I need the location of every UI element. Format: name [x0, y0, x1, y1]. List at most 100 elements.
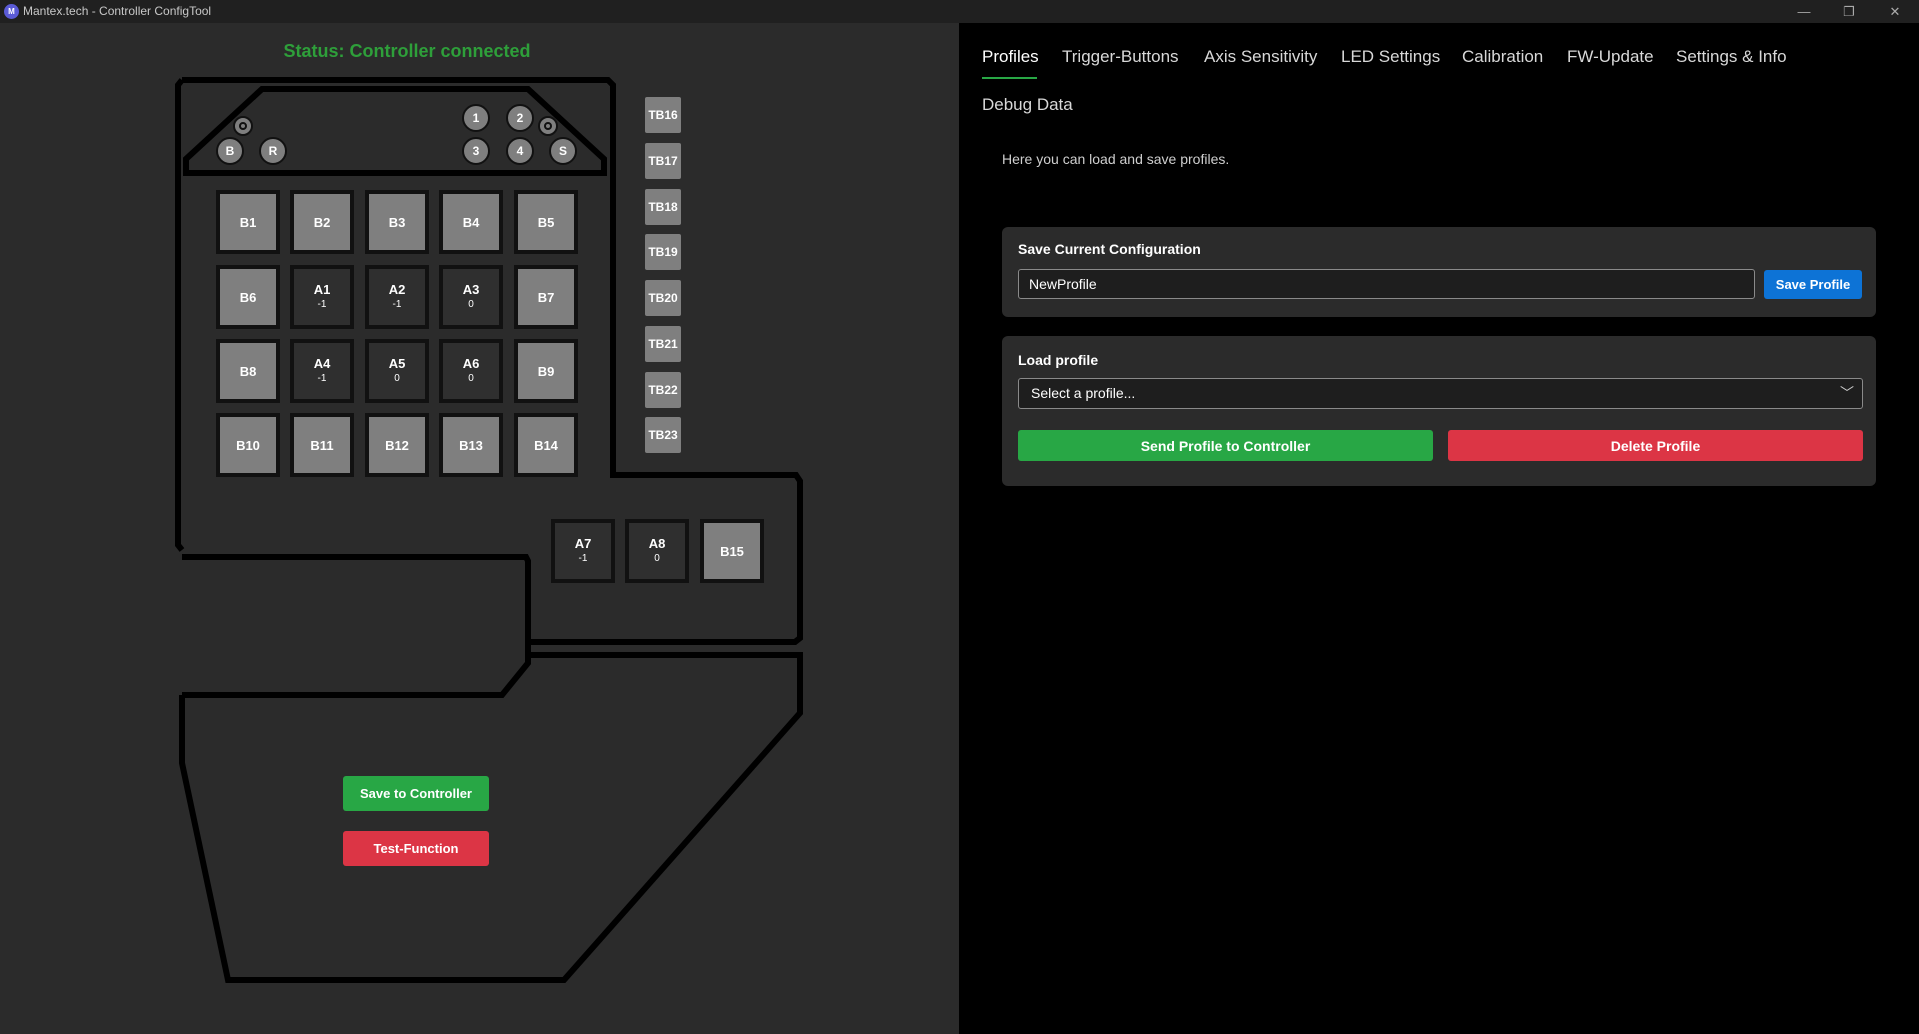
axis-label: A1 [313, 282, 331, 297]
thumb-button-tb21[interactable]: TB21 [645, 326, 681, 362]
axis-value: 0 [468, 373, 474, 384]
key-label: B15 [720, 543, 744, 559]
window-title: Mantex.tech - Controller ConfigTool [23, 4, 212, 18]
thumb-button-tb23[interactable]: TB23 [645, 417, 681, 453]
close-button[interactable]: ✕ [1872, 0, 1918, 23]
button-r[interactable]: R [259, 137, 287, 165]
thumb-button-tb22[interactable]: TB22 [645, 372, 681, 408]
thumb-button-tb16[interactable]: TB16 [645, 97, 681, 133]
axis-value: -1 [578, 553, 588, 564]
key-b9[interactable]: B9 [514, 339, 578, 403]
key-label: B6 [239, 289, 257, 305]
key-label: B3 [388, 214, 406, 230]
key-label: B13 [459, 437, 483, 453]
axis-a5[interactable]: A5 0 [365, 339, 429, 403]
minimize-button[interactable]: — [1781, 0, 1827, 23]
key-label: B8 [239, 363, 257, 379]
axis-a1[interactable]: A1 -1 [290, 265, 354, 329]
chevron-down-icon: ﹀ [1840, 385, 1854, 401]
tab-profiles[interactable]: Profiles [982, 47, 1039, 67]
load-profile-card: Load profile Select a profile... ﹀ Send … [1002, 336, 1876, 486]
button-2[interactable]: 2 [506, 104, 534, 132]
axis-value: 0 [394, 373, 400, 384]
axis-value: -1 [317, 373, 327, 384]
axis-label: A3 [462, 282, 480, 297]
key-label: B4 [462, 214, 480, 230]
button-s[interactable]: S [549, 137, 577, 165]
thumb-button-tb19[interactable]: TB19 [645, 234, 681, 270]
settings-panel: Profiles Trigger-Buttons Axis Sensitivit… [959, 23, 1919, 1034]
active-tab-indicator [982, 77, 1037, 79]
key-b10[interactable]: B10 [216, 413, 280, 477]
key-b2[interactable]: B2 [290, 190, 354, 254]
tab-settings-info[interactable]: Settings & Info [1676, 47, 1787, 67]
maximize-button[interactable]: ❐ [1826, 0, 1872, 23]
key-label: B9 [537, 363, 555, 379]
key-b7[interactable]: B7 [514, 265, 578, 329]
button-b[interactable]: B [216, 137, 244, 165]
profile-select-value: Select a profile... [1031, 385, 1136, 401]
key-label: B2 [313, 214, 331, 230]
thumb-button-tb20[interactable]: TB20 [645, 280, 681, 316]
app-logo-icon: M [4, 4, 19, 19]
key-b12[interactable]: B12 [365, 413, 429, 477]
profiles-intro-text: Here you can load and save profiles. [1002, 151, 1230, 167]
tab-calibration[interactable]: Calibration [1462, 47, 1543, 67]
key-b13[interactable]: B13 [439, 413, 503, 477]
axis-value: 0 [654, 553, 660, 564]
axis-value: -1 [317, 299, 327, 310]
key-b11[interactable]: B11 [290, 413, 354, 477]
tab-fw-update[interactable]: FW-Update [1567, 47, 1654, 67]
key-b5[interactable]: B5 [514, 190, 578, 254]
axis-a6[interactable]: A6 0 [439, 339, 503, 403]
key-label: B1 [239, 214, 257, 230]
axis-label: A6 [462, 356, 480, 371]
load-profile-title: Load profile [1018, 352, 1099, 368]
button-3[interactable]: 3 [462, 137, 490, 165]
send-profile-button[interactable]: Send Profile to Controller [1018, 430, 1433, 461]
axis-a2[interactable]: A2 -1 [365, 265, 429, 329]
key-b3[interactable]: B3 [365, 190, 429, 254]
save-configuration-title: Save Current Configuration [1018, 241, 1201, 257]
key-label: B5 [537, 214, 555, 230]
axis-a4[interactable]: A4 -1 [290, 339, 354, 403]
axis-a3[interactable]: A3 0 [439, 265, 503, 329]
key-label: B12 [385, 437, 409, 453]
key-b14[interactable]: B14 [514, 413, 578, 477]
axis-label: A8 [648, 536, 666, 551]
axis-label: A2 [388, 282, 406, 297]
delete-profile-button[interactable]: Delete Profile [1448, 430, 1863, 461]
tab-axis-sensitivity[interactable]: Axis Sensitivity [1204, 47, 1317, 67]
key-label: B7 [537, 289, 555, 305]
test-function-button[interactable]: Test-Function [343, 831, 489, 866]
tab-trigger-buttons[interactable]: Trigger-Buttons [1062, 47, 1179, 67]
key-label: B11 [310, 437, 334, 453]
tab-led-settings[interactable]: LED Settings [1341, 47, 1440, 67]
dpad-dot-right[interactable] [538, 116, 558, 136]
key-b15[interactable]: B15 [700, 519, 764, 583]
controller-panel: Status: Controller connected B R 1 2 3 4… [0, 23, 959, 1034]
key-b6[interactable]: B6 [216, 265, 280, 329]
button-1[interactable]: 1 [462, 104, 490, 132]
profile-select[interactable]: Select a profile... ﹀ [1018, 378, 1863, 409]
key-label: B10 [236, 437, 260, 453]
controller-outline [175, 77, 803, 983]
axis-label: A5 [388, 356, 406, 371]
thumb-button-tb17[interactable]: TB17 [645, 143, 681, 179]
dpad-dot-left[interactable] [233, 116, 253, 136]
key-b4[interactable]: B4 [439, 190, 503, 254]
axis-a8[interactable]: A8 0 [625, 519, 689, 583]
axis-label: A7 [574, 536, 592, 551]
save-profile-button[interactable]: Save Profile [1764, 270, 1862, 299]
save-to-controller-button[interactable]: Save to Controller [343, 776, 489, 811]
axis-a7[interactable]: A7 -1 [551, 519, 615, 583]
key-b1[interactable]: B1 [216, 190, 280, 254]
thumb-button-tb18[interactable]: TB18 [645, 189, 681, 225]
axis-value: 0 [468, 299, 474, 310]
tab-debug-data[interactable]: Debug Data [982, 95, 1073, 115]
button-4[interactable]: 4 [506, 137, 534, 165]
axis-label: A4 [313, 356, 331, 371]
profile-name-input[interactable]: NewProfile [1018, 269, 1755, 299]
save-configuration-card: Save Current Configuration NewProfile Sa… [1002, 227, 1876, 317]
key-b8[interactable]: B8 [216, 339, 280, 403]
